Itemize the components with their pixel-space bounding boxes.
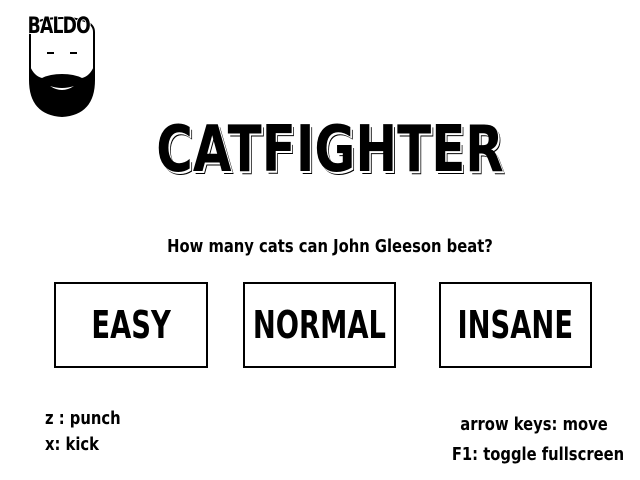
- attack-controls: z : punch x: kick: [45, 406, 121, 458]
- kick-control: x: kick: [45, 434, 100, 455]
- move-control: arrow keys: move: [460, 414, 608, 435]
- easy-button[interactable]: EASY: [54, 282, 208, 368]
- baldo-logo: BALDO: [20, 10, 104, 122]
- insane-button[interactable]: INSANE: [439, 282, 592, 368]
- easy-button-label: EASY: [91, 303, 171, 347]
- game-title: CATFIGHTER: [156, 113, 504, 187]
- system-controls: arrow keys: move F1: toggle fullscreen: [452, 410, 624, 470]
- punch-control: z : punch: [45, 408, 121, 429]
- normal-button-label: NORMAL: [252, 303, 387, 347]
- difficulty-prompt: How many cats can John Gleeson beat?: [167, 236, 493, 257]
- insane-button-label: INSANE: [457, 303, 574, 347]
- logo-text: BALDO: [27, 14, 91, 39]
- fullscreen-control: F1: toggle fullscreen: [451, 444, 624, 465]
- normal-button[interactable]: NORMAL: [243, 282, 396, 368]
